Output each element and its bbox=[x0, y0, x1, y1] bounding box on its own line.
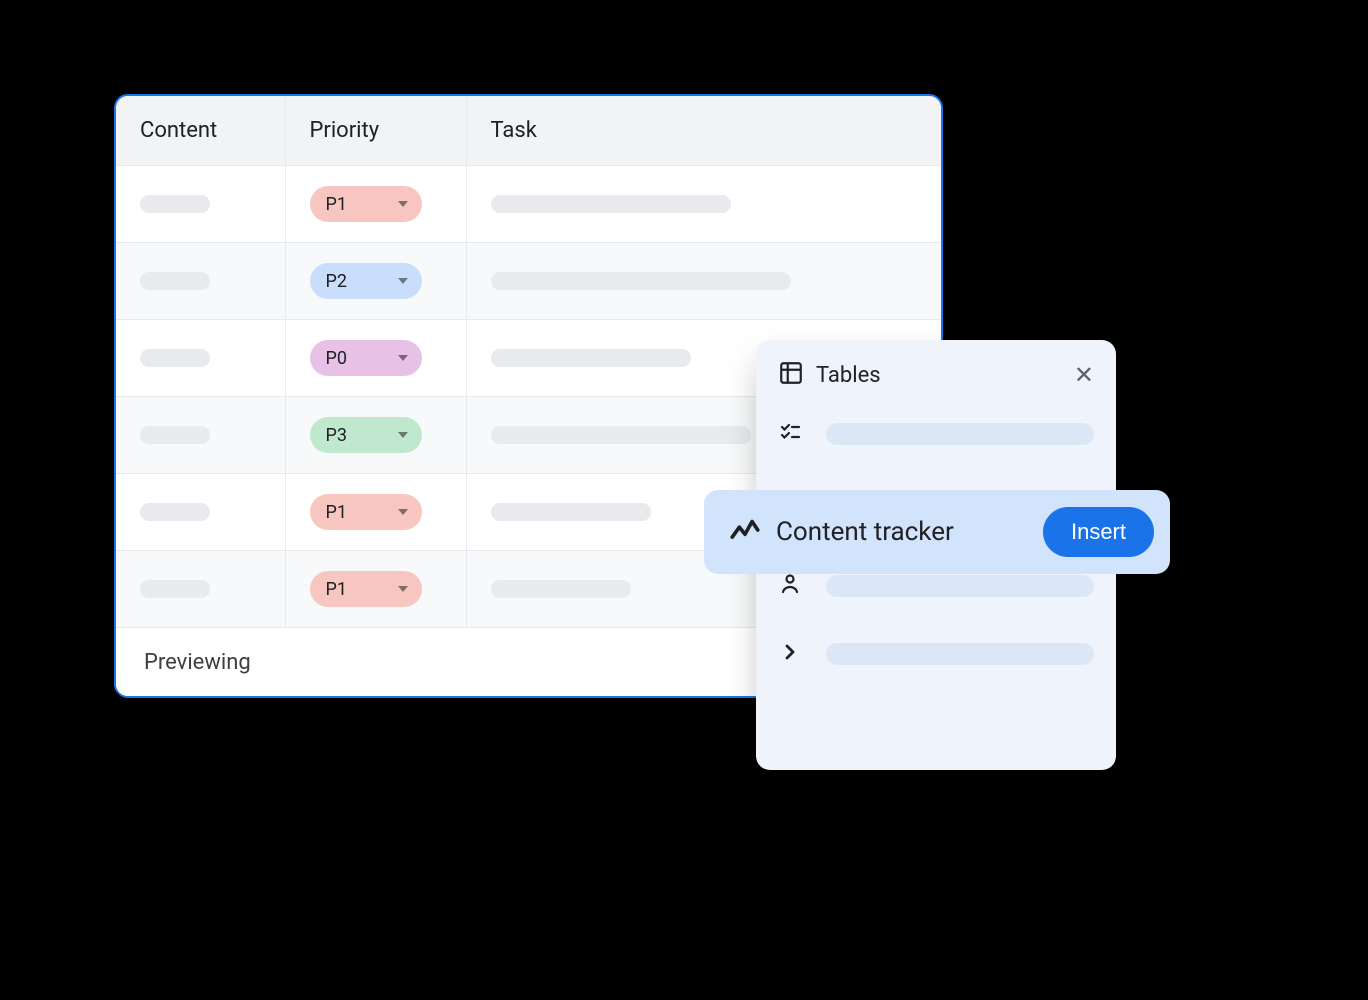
cell-priority[interactable]: P1 bbox=[285, 474, 466, 551]
table-row: P1 bbox=[116, 166, 941, 243]
task-placeholder bbox=[491, 195, 731, 213]
priority-chip[interactable]: P1 bbox=[310, 186, 422, 222]
insert-button[interactable]: Insert bbox=[1043, 507, 1154, 557]
cell-task[interactable] bbox=[466, 243, 941, 320]
content-placeholder bbox=[140, 349, 210, 367]
priority-chip[interactable]: P0 bbox=[310, 340, 422, 376]
cell-priority[interactable]: P2 bbox=[285, 243, 466, 320]
priority-label: P3 bbox=[326, 425, 347, 446]
column-header-content[interactable]: Content bbox=[116, 96, 285, 166]
cell-priority[interactable]: P1 bbox=[285, 551, 466, 628]
priority-chip[interactable]: P3 bbox=[310, 417, 422, 453]
cell-content[interactable] bbox=[116, 397, 285, 474]
cell-content[interactable] bbox=[116, 243, 285, 320]
priority-label: P1 bbox=[326, 579, 347, 600]
suggestion-content-tracker[interactable]: Content tracker Insert bbox=[704, 490, 1170, 574]
priority-label: P2 bbox=[326, 271, 347, 292]
priority-chip[interactable]: P1 bbox=[310, 571, 422, 607]
cell-content[interactable] bbox=[116, 320, 285, 397]
person-icon bbox=[778, 572, 806, 600]
priority-label: P1 bbox=[326, 194, 347, 215]
task-placeholder bbox=[491, 426, 751, 444]
panel-item-checklist[interactable] bbox=[756, 400, 1116, 468]
panel-item-more[interactable] bbox=[756, 620, 1116, 688]
cell-priority[interactable]: P0 bbox=[285, 320, 466, 397]
column-header-task[interactable]: Task bbox=[466, 96, 941, 166]
content-placeholder bbox=[140, 503, 210, 521]
table-header-row: Content Priority Task bbox=[116, 96, 941, 166]
chevron-down-icon bbox=[398, 509, 408, 515]
close-icon[interactable]: ✕ bbox=[1074, 363, 1094, 387]
content-placeholder bbox=[140, 580, 210, 598]
chevron-down-icon bbox=[398, 201, 408, 207]
table-row: P2 bbox=[116, 243, 941, 320]
column-header-priority[interactable]: Priority bbox=[285, 96, 466, 166]
cell-content[interactable] bbox=[116, 551, 285, 628]
priority-label: P0 bbox=[326, 348, 347, 369]
content-placeholder bbox=[140, 426, 210, 444]
chevron-right-icon bbox=[778, 640, 806, 668]
cell-priority[interactable]: P3 bbox=[285, 397, 466, 474]
chevron-down-icon bbox=[398, 586, 408, 592]
chevron-down-icon bbox=[398, 432, 408, 438]
tables-panel-header: Tables ✕ bbox=[756, 360, 1116, 400]
checklist-icon bbox=[778, 420, 806, 448]
tables-panel-title: Tables bbox=[816, 363, 1074, 388]
task-placeholder bbox=[491, 580, 631, 598]
suggestion-label: Content tracker bbox=[776, 517, 1043, 547]
cell-content[interactable] bbox=[116, 166, 285, 243]
task-placeholder bbox=[491, 503, 651, 521]
priority-chip[interactable]: P1 bbox=[310, 494, 422, 530]
trend-icon bbox=[728, 513, 764, 551]
priority-label: P1 bbox=[326, 502, 347, 523]
table-icon bbox=[778, 360, 804, 390]
task-placeholder bbox=[491, 272, 791, 290]
content-placeholder bbox=[140, 272, 210, 290]
cell-priority[interactable]: P1 bbox=[285, 166, 466, 243]
task-placeholder bbox=[491, 349, 691, 367]
content-placeholder bbox=[140, 195, 210, 213]
cell-task[interactable] bbox=[466, 166, 941, 243]
cell-content[interactable] bbox=[116, 474, 285, 551]
chevron-down-icon bbox=[398, 355, 408, 361]
priority-chip[interactable]: P2 bbox=[310, 263, 422, 299]
panel-item-placeholder bbox=[826, 575, 1094, 597]
panel-item-placeholder bbox=[826, 643, 1094, 665]
panel-item-placeholder bbox=[826, 423, 1094, 445]
chevron-down-icon bbox=[398, 278, 408, 284]
